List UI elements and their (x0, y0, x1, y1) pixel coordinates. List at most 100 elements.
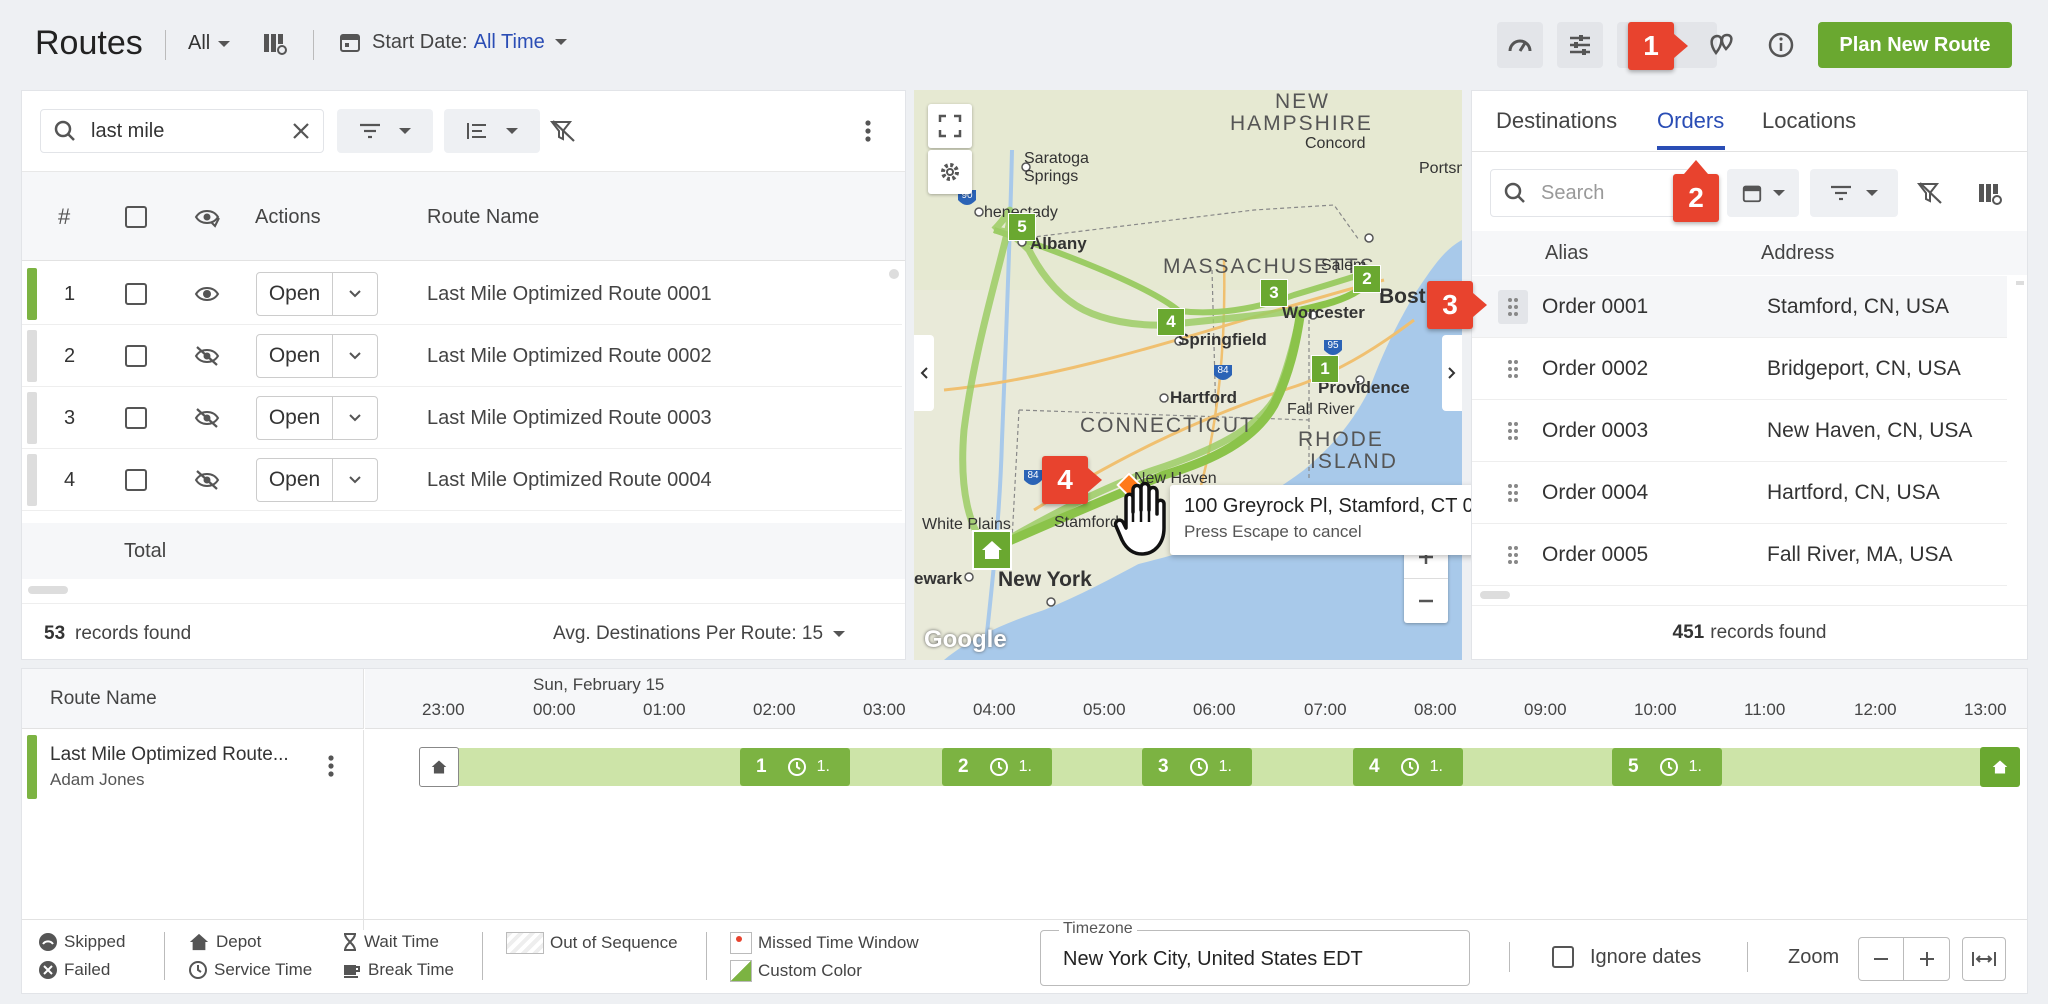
column-settings-icon[interactable] (262, 31, 288, 57)
clear-filter-icon[interactable] (1917, 181, 1943, 205)
tab-orders[interactable]: Orders (1657, 108, 1724, 134)
timeline-route-info[interactable]: Last Mile Optimized Route... Adam Jones (22, 730, 364, 930)
expand-right-chevron-icon[interactable] (1442, 335, 1462, 411)
map-stop-marker[interactable]: 5 (1008, 213, 1036, 241)
open-dropdown-chevron-icon[interactable] (333, 397, 377, 439)
route-map[interactable]: NEW HAMPSHIRE Concord Portsm Saratoga Sp… (914, 90, 1462, 660)
tab-destinations[interactable]: Destinations (1496, 108, 1617, 134)
column-number-header[interactable]: # (58, 204, 70, 230)
sort-dropdown-button[interactable] (444, 109, 540, 153)
open-route-button[interactable]: Open (256, 458, 378, 502)
timeline-view-icon[interactable] (1557, 22, 1603, 68)
column-settings-icon[interactable] (1977, 181, 2003, 207)
start-date-filter[interactable]: Start Date: All Time (338, 30, 567, 54)
order-search-box[interactable]: Search (1490, 169, 1690, 217)
vertical-scrollbar[interactable] (2016, 281, 2024, 285)
table-row[interactable]: 2 Open Last Mile Optimized Route 0002 (22, 325, 902, 387)
timeline-route-name[interactable]: Last Mile Optimized Route... (50, 744, 289, 766)
depot-start-home-icon[interactable] (419, 747, 459, 787)
timeline-stop[interactable]: 1 1. (740, 748, 850, 786)
drag-handle-icon[interactable] (1498, 352, 1528, 386)
column-alias-header[interactable]: Alias (1545, 242, 1588, 265)
route-name[interactable]: Last Mile Optimized Route 0002 (427, 345, 712, 368)
row-checkbox[interactable] (125, 283, 147, 305)
row-checkbox[interactable] (125, 407, 147, 429)
more-options-icon[interactable] (864, 119, 872, 143)
timeline-stop[interactable]: 2 1. (942, 748, 1052, 786)
zoom-in-icon[interactable] (1904, 938, 1949, 980)
more-options-icon[interactable] (327, 754, 335, 778)
map-stop-marker[interactable]: 3 (1260, 279, 1288, 307)
ignore-dates-label[interactable]: Ignore dates (1590, 946, 1701, 969)
map-stop-marker[interactable]: 2 (1353, 265, 1381, 293)
table-row[interactable]: Order 0004 Hartford, CN, USA (1472, 462, 2007, 524)
select-all-checkbox[interactable] (125, 206, 147, 228)
drag-handle-icon[interactable] (1498, 476, 1528, 510)
map-label: RHODE (1298, 428, 1384, 451)
date-filter-dropdown[interactable] (1727, 169, 1799, 217)
open-dropdown-chevron-icon[interactable] (333, 335, 377, 377)
avg-destinations-dropdown[interactable]: Avg. Destinations Per Route: 15 (553, 623, 846, 645)
route-search-input[interactable]: last mile (91, 120, 291, 143)
clear-filter-icon[interactable] (550, 119, 576, 143)
route-color-bar (27, 454, 37, 506)
map-pins-icon[interactable] (1707, 31, 1735, 59)
plan-new-route-button[interactable]: Plan New Route (1818, 22, 2012, 68)
timezone-label: Timezone (1059, 920, 1137, 938)
zoom-out-icon[interactable] (1859, 938, 1905, 980)
eye-off-icon[interactable] (194, 469, 220, 491)
open-dropdown-chevron-icon[interactable] (333, 459, 377, 501)
drag-handle-icon[interactable] (1498, 538, 1528, 572)
speedometer-icon[interactable] (1497, 22, 1543, 68)
table-row[interactable]: Order 0001 Stamford, CN, USA (1472, 276, 2007, 338)
eye-off-icon[interactable] (194, 345, 220, 367)
ignore-dates-checkbox[interactable] (1552, 946, 1574, 968)
open-route-button[interactable]: Open (256, 272, 378, 316)
table-row[interactable]: Order 0002 Bridgeport, CN, USA (1472, 338, 2007, 400)
eye-icon[interactable] (194, 283, 220, 305)
depot-end-home-icon[interactable] (1980, 747, 2020, 787)
hour-label: 09:00 (1524, 700, 1567, 719)
table-row[interactable]: Order 0005 Fall River, MA, USA (1472, 524, 2007, 586)
order-search-input[interactable]: Search (1541, 182, 1604, 205)
fit-width-icon[interactable] (1962, 937, 2006, 981)
table-row[interactable]: 4 Open Last Mile Optimized Route 0004 (22, 449, 902, 511)
row-checkbox[interactable] (125, 345, 147, 367)
map-settings-gear-icon[interactable] (928, 150, 972, 194)
open-route-button[interactable]: Open (256, 396, 378, 440)
table-row[interactable]: 3 Open Last Mile Optimized Route 0003 (22, 387, 902, 449)
timeline-stop[interactable]: 4 1. (1353, 748, 1463, 786)
zoom-out-icon[interactable] (1404, 579, 1448, 623)
timeline-stop[interactable]: 3 1. (1142, 748, 1252, 786)
route-name[interactable]: Last Mile Optimized Route 0001 (427, 283, 712, 306)
clear-search-icon[interactable] (291, 121, 311, 141)
filter-dropdown-button[interactable] (337, 109, 433, 153)
table-row[interactable]: Order 0003 New Haven, CN, USA (1472, 400, 2007, 462)
timeline-stop[interactable]: 5 1. (1612, 748, 1722, 786)
column-address-header[interactable]: Address (1761, 242, 1834, 265)
route-name[interactable]: Last Mile Optimized Route 0003 (427, 407, 712, 430)
horizontal-scrollbar[interactable] (1480, 591, 1510, 599)
drag-handle-icon[interactable] (1498, 290, 1528, 324)
order-filter-dropdown[interactable] (1810, 169, 1898, 217)
route-name[interactable]: Last Mile Optimized Route 0004 (427, 469, 712, 492)
map-stop-marker[interactable]: 1 (1311, 355, 1339, 383)
open-dropdown-chevron-icon[interactable] (333, 273, 377, 315)
map-stop-marker[interactable]: 4 (1157, 308, 1185, 336)
filter-all-dropdown[interactable]: All (188, 32, 231, 55)
vertical-scrollbar[interactable] (889, 269, 899, 279)
depot-home-icon[interactable] (972, 530, 1012, 570)
open-route-button[interactable]: Open (256, 334, 378, 378)
table-row[interactable]: 1 Open Last Mile Optimized Route 0001 (22, 263, 902, 325)
info-icon[interactable] (1767, 31, 1795, 59)
fullscreen-icon[interactable] (928, 104, 972, 148)
route-search-box[interactable]: last mile (40, 109, 324, 153)
tab-locations[interactable]: Locations (1762, 108, 1856, 134)
column-route-name-header[interactable]: Route Name (427, 206, 539, 229)
eye-off-icon[interactable] (194, 407, 220, 429)
timezone-field[interactable]: Timezone New York City, United States ED… (1040, 920, 1470, 986)
horizontal-scrollbar[interactable] (28, 586, 68, 594)
row-checkbox[interactable] (125, 469, 147, 491)
drag-handle-icon[interactable] (1498, 414, 1528, 448)
collapse-left-chevron-icon[interactable] (914, 335, 934, 411)
